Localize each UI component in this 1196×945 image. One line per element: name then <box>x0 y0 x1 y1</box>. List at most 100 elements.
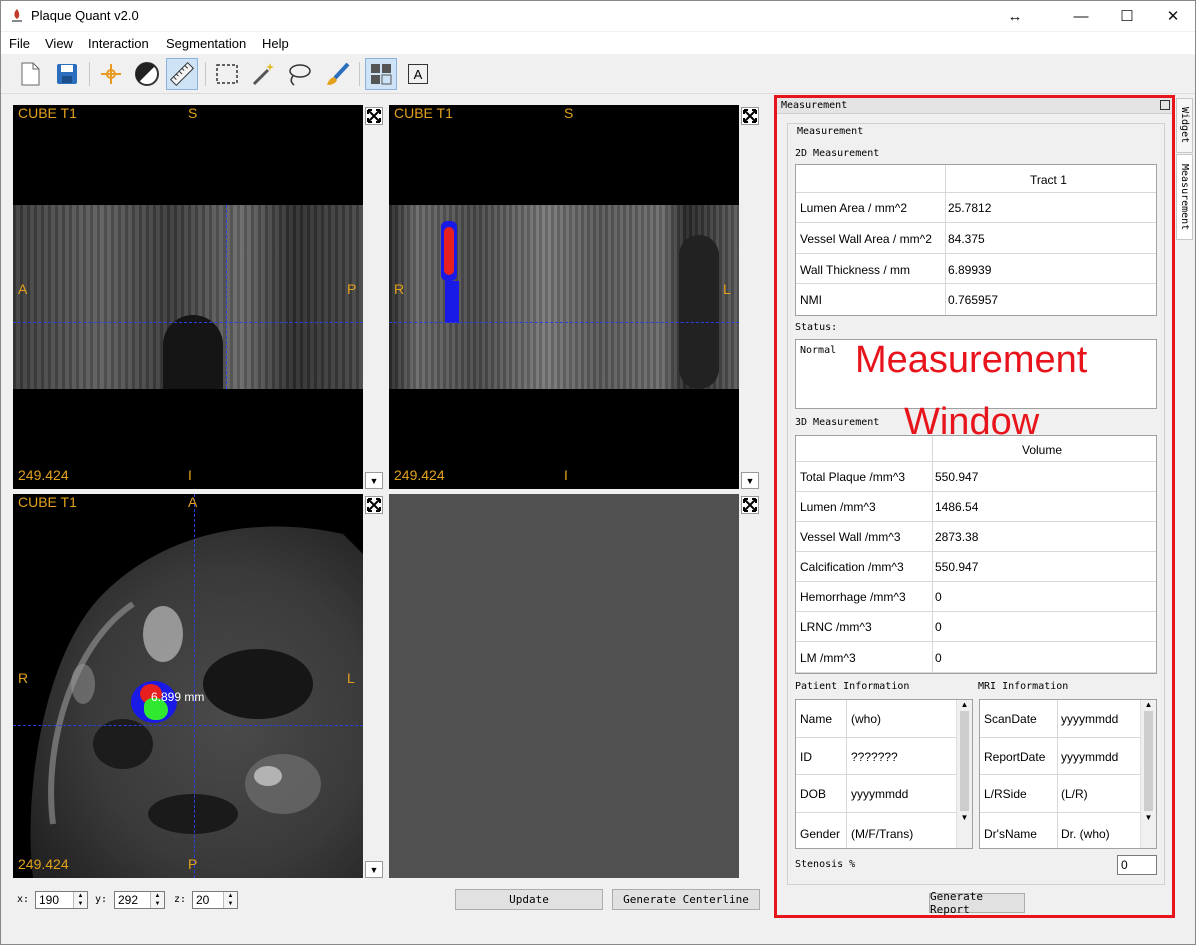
table-row[interactable]: ScanDate yyyymmdd <box>980 700 1140 738</box>
row-value: 6.89939 <box>948 263 992 277</box>
table-row[interactable]: Vessel Wall /mm^3 2873.38 <box>796 522 1156 552</box>
y-spinbox[interactable]: 292 ▲ ▼ <box>114 891 165 909</box>
view-3d[interactable] <box>389 494 739 878</box>
row-value: 550.947 <box>935 470 979 484</box>
table-row[interactable]: Lumen /mm^3 1486.54 <box>796 492 1156 522</box>
row-label: Lumen /mm^3 <box>800 500 876 514</box>
menu-view[interactable]: View <box>45 36 73 51</box>
scrollbar[interactable]: ▲ ▼ <box>1140 700 1156 848</box>
table-row[interactable]: ID ??????? <box>796 738 956 775</box>
view-menu-arrow-icon[interactable]: ▼ <box>741 472 759 489</box>
spin-arrows-icon[interactable]: ▲ ▼ <box>150 892 164 908</box>
float-dock-icon[interactable] <box>1160 100 1170 110</box>
row-label: Total Plaque /mm^3 <box>800 470 906 484</box>
row-label: Dr'sName <box>984 827 1037 841</box>
update-button[interactable]: Update <box>455 889 603 910</box>
scroll-thumb[interactable] <box>960 711 969 811</box>
ruler-icon[interactable] <box>166 58 198 90</box>
table-header: Tract 1 <box>1030 173 1067 187</box>
tab-widget[interactable]: Widget <box>1176 98 1193 153</box>
contrast-icon[interactable] <box>131 58 163 90</box>
table-row[interactable]: Calcification /mm^3 550.947 <box>796 552 1156 582</box>
status-label: Status: <box>795 322 838 333</box>
spin-arrows-icon[interactable]: ▲ ▼ <box>73 892 87 908</box>
maximize-button[interactable]: ☐ <box>1104 1 1150 31</box>
view-menu-arrow-icon[interactable]: ▼ <box>365 861 383 878</box>
lasso-icon[interactable] <box>283 58 315 90</box>
view-menu-arrow-icon[interactable]: ▼ <box>365 472 383 489</box>
table-row[interactable]: L/RSide (L/R) <box>980 775 1140 813</box>
table-row[interactable]: Total Plaque /mm^3 550.947 <box>796 462 1156 492</box>
crosshair-vertical <box>226 205 227 389</box>
view-coronal[interactable]: CUBE T1 S R L 249.424 I <box>389 105 739 489</box>
table-row[interactable]: Gender (M/F/Trans) <box>796 813 956 848</box>
maximize-view-icon[interactable] <box>365 107 383 125</box>
row-label: ReportDate <box>984 750 1046 764</box>
generate-centerline-button[interactable]: Generate Centerline <box>612 889 760 910</box>
app-window: Plaque Quant v2.0 ↔ — ☐ ✕ File View Inte… <box>0 0 1196 945</box>
table-row[interactable]: LM /mm^3 0 <box>796 642 1156 673</box>
stenosis-input[interactable]: 0 <box>1117 855 1157 875</box>
view-axial[interactable]: 6.899 mm CUBE T1 A R L 249.424 P <box>13 494 363 878</box>
scrollbar[interactable]: ▲ ▼ <box>956 700 972 848</box>
y-label: y: <box>95 894 108 905</box>
view-series-label: CUBE T1 <box>18 494 77 510</box>
minimize-button[interactable]: — <box>1058 1 1104 31</box>
row-label: Gender <box>800 827 841 841</box>
row-value: ??????? <box>851 750 898 764</box>
close-button[interactable]: ✕ <box>1150 1 1196 31</box>
row-label: Vessel Wall /mm^3 <box>800 530 901 544</box>
scroll-thumb[interactable] <box>1144 711 1153 811</box>
magic-wand-icon[interactable] <box>247 58 279 90</box>
annotation-icon[interactable]: A <box>402 58 434 90</box>
view-value-label: 249.424 <box>18 856 69 872</box>
axial-image <box>30 526 363 878</box>
vessel-segment <box>445 281 459 323</box>
coronal-dark-region <box>679 235 719 389</box>
table-row[interactable]: Wall Thickness / mm 6.89939 <box>796 254 1156 284</box>
brush-icon[interactable] <box>321 58 353 90</box>
roi-select-icon[interactable] <box>211 58 243 90</box>
x-spinbox[interactable]: 190 ▲ ▼ <box>35 891 88 909</box>
table-row[interactable]: Name (who) <box>796 700 956 738</box>
menu-help[interactable]: Help <box>262 36 289 51</box>
row-value: 0 <box>935 590 942 604</box>
view-value-label: 249.424 <box>394 467 445 483</box>
maximize-view-icon[interactable] <box>365 496 383 514</box>
table-row[interactable]: Dr'sName Dr. (who) <box>980 813 1140 848</box>
view-sagittal[interactable]: CUBE T1 S A P 249.424 I <box>13 105 363 489</box>
maximize-view-icon[interactable] <box>741 496 759 514</box>
orientation-left: R <box>18 670 29 686</box>
table-header: Volume <box>1022 443 1063 457</box>
dock-title: Measurement <box>777 97 1173 114</box>
orientation-top: S <box>564 105 574 121</box>
row-label: Lumen Area / mm^2 <box>800 201 908 215</box>
navigation-icon[interactable] <box>95 58 127 90</box>
spin-arrows-icon[interactable]: ▲ ▼ <box>223 892 237 908</box>
maximize-view-icon[interactable] <box>741 107 759 125</box>
layout-icon[interactable] <box>365 58 397 90</box>
table-row[interactable]: Vessel Wall Area / mm^2 84.375 <box>796 223 1156 254</box>
new-file-icon[interactable] <box>14 58 46 90</box>
row-label: Calcification /mm^3 <box>800 560 904 574</box>
row-label: LRNC /mm^3 <box>800 620 872 634</box>
table-row[interactable]: NMI 0.765957 <box>796 284 1156 315</box>
x-label: x: <box>17 894 30 905</box>
generate-report-button[interactable]: Generate Report <box>929 890 1025 916</box>
table-row[interactable]: DOB yyyymmdd <box>796 775 956 813</box>
view-series-label: CUBE T1 <box>394 105 453 121</box>
menu-segmentation[interactable]: Segmentation <box>166 36 246 51</box>
tab-measurement[interactable]: Measurement <box>1176 154 1193 240</box>
row-label: ScanDate <box>984 712 1037 726</box>
stenosis-label: Stenosis % <box>795 859 856 870</box>
save-icon[interactable] <box>51 58 83 90</box>
table-row[interactable]: Hemorrhage /mm^3 0 <box>796 582 1156 612</box>
z-spinbox[interactable]: 20 ▲ ▼ <box>192 891 238 909</box>
orientation-bottom: I <box>188 467 192 483</box>
menu-interaction[interactable]: Interaction <box>88 36 149 51</box>
table-row[interactable]: Lumen Area / mm^2 25.7812 <box>796 193 1156 223</box>
resize-icon[interactable]: ↔ <box>992 1 1038 31</box>
table-row[interactable]: ReportDate yyyymmdd <box>980 738 1140 775</box>
menu-file[interactable]: File <box>9 36 30 51</box>
table-row[interactable]: LRNC /mm^3 0 <box>796 612 1156 642</box>
